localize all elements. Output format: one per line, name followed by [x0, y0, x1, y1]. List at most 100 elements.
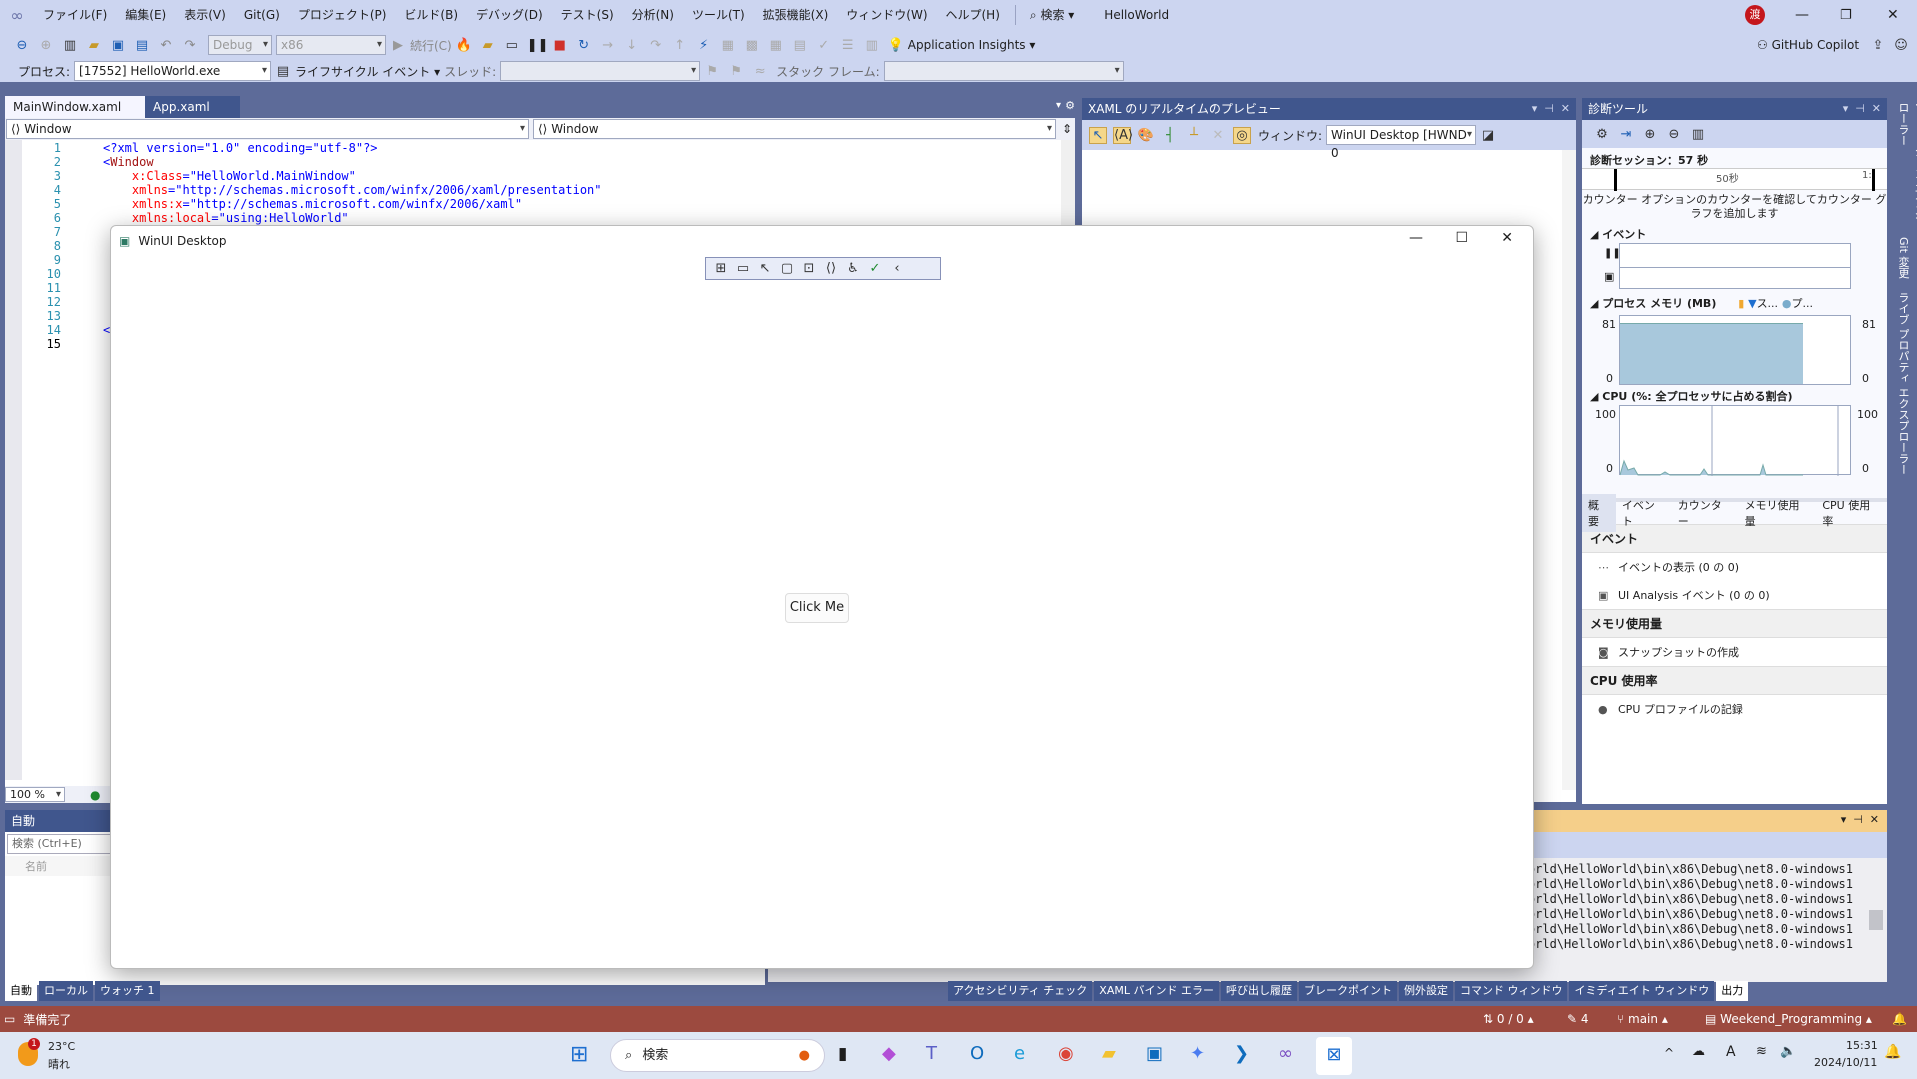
onedrive-icon[interactable]: ☁ — [1692, 1044, 1705, 1059]
app-minimize-button[interactable]: — — [1409, 230, 1423, 246]
feedback-icon[interactable]: ☺ — [1892, 38, 1910, 53]
tab-app-xaml[interactable]: App.xaml — [145, 96, 240, 118]
ruler-vertical-icon[interactable]: ┤ — [1161, 128, 1179, 143]
search-menu[interactable]: ⌕ 検索 ▾ — [1022, 0, 1082, 30]
window-icon[interactable]: ▭ — [503, 38, 521, 53]
bottom-tab[interactable]: イミディエイト ウィンドウ — [1569, 981, 1715, 1001]
events-graph[interactable] — [1619, 243, 1851, 289]
menu-item[interactable]: 編集(E) — [116, 0, 175, 30]
cpu-graph[interactable] — [1619, 405, 1851, 476]
menu-item[interactable]: ビルド(B) — [395, 0, 467, 30]
go-to-live-tree-icon[interactable]: ⊞ — [712, 261, 730, 276]
diag-tab[interactable]: CPU 使用率 — [1816, 494, 1887, 532]
copilot-sparkle-icon[interactable]: ✦ — [1190, 1043, 1205, 1064]
avatar[interactable]: 渡 — [1745, 5, 1765, 25]
output-text[interactable]: loWorld\HelloWorld\bin\x86\Debug\net8.0-… — [1506, 862, 1853, 952]
list-icon[interactable]: ☰ — [839, 38, 857, 53]
diag-action[interactable]: ▣ UI Analysis イベント (0 の 0) — [1582, 581, 1887, 609]
diag-action[interactable]: ◙ スナップショットの作成 — [1582, 638, 1887, 666]
bottom-tab[interactable]: 呼び出し履歴 — [1220, 981, 1297, 1001]
application-insights-button[interactable]: Application Insights ▾ — [908, 38, 1036, 52]
select-element-icon[interactable]: ↖ — [1089, 126, 1107, 144]
back-icon[interactable]: ⊖ — [13, 38, 31, 53]
menu-item[interactable]: 拡張機能(X) — [754, 0, 838, 30]
close-button[interactable]: ✕ — [1887, 7, 1899, 23]
diag-tab[interactable]: イベント — [1616, 494, 1672, 532]
repo-selector[interactable]: ▤ Weekend_Programming ▴ — [1705, 1012, 1872, 1026]
sync-status[interactable]: ⇅ 0 / 0 ▴ — [1483, 1012, 1534, 1026]
undo-icon[interactable]: ↶ — [157, 38, 175, 53]
outlook-icon[interactable]: O — [970, 1043, 984, 1064]
bottom-tab[interactable]: ローカル — [39, 981, 93, 1001]
start-icon[interactable]: ⊞ — [570, 1042, 588, 1067]
diag-action[interactable]: ● CPU プロファイルの記録 — [1582, 695, 1887, 723]
step-over-icon[interactable]: → — [599, 38, 617, 53]
sql-icon[interactable]: ▩ — [743, 38, 761, 53]
menu-item[interactable]: ヘルプ(H) — [937, 0, 1009, 30]
tab-mainwindow-xaml[interactable]: MainWindow.xaml ⊣ ✕ — [5, 96, 145, 136]
teams-icon[interactable]: T — [926, 1043, 937, 1064]
split-icon[interactable]: ⇕ — [1062, 122, 1072, 136]
clock-date[interactable]: 2024/10/11 — [1814, 1056, 1877, 1069]
record-icon[interactable]: ▭ — [734, 261, 752, 276]
menu-item[interactable]: ファイル(F) — [34, 0, 116, 30]
weather-widget[interactable]: 1 23°C 晴れ — [18, 1038, 98, 1072]
collapse-toolbar-icon[interactable]: ‹ — [888, 261, 906, 276]
side-tab-live-property-explorer[interactable]: ライブ プロパティ エクスプローラー — [1889, 288, 1917, 479]
binding-failures-icon[interactable]: ⟨⟩ — [822, 261, 840, 276]
flag-icon[interactable]: ⚑ — [703, 64, 721, 79]
bottom-tab[interactable]: コマンド ウィンドウ — [1454, 981, 1568, 1001]
store-icon[interactable]: ▣ — [1146, 1043, 1163, 1064]
track-focus-icon[interactable]: ⊡ — [800, 261, 818, 276]
app-close-button[interactable]: ✕ — [1501, 230, 1513, 246]
taskbar-search[interactable]: ⌕ 検索 ● — [610, 1039, 825, 1072]
branch-selector[interactable]: ⑂ main ▴ — [1617, 1012, 1668, 1026]
side-tab-solution-explorer[interactable]: ソリューション エクスプローラー — [1889, 98, 1917, 233]
volume-icon[interactable]: 🔈 — [1780, 1044, 1796, 1059]
display-adorners-icon[interactable]: ⟨A⟩ — [1113, 126, 1133, 144]
platform-select[interactable]: x86 — [276, 35, 386, 55]
menu-item[interactable]: ウィンドウ(W) — [837, 0, 936, 30]
stackframe-select[interactable] — [883, 61, 1124, 81]
step-back-icon[interactable]: ↷ — [647, 38, 665, 53]
window-select[interactable]: WinUI Desktop [HWND 0 — [1326, 125, 1477, 160]
grid-icon[interactable]: ▦ — [719, 38, 737, 53]
side-tab-git-changes[interactable]: Git 変更 — [1889, 233, 1917, 288]
menu-item[interactable]: プロジェクト(P) — [289, 0, 396, 30]
visual-studio-icon[interactable]: ∞ — [1278, 1043, 1293, 1064]
step-out-icon[interactable]: ↑ — [671, 38, 689, 53]
share-icon[interactable]: ⇪ — [1869, 38, 1887, 53]
redo-icon[interactable]: ↷ — [181, 38, 199, 53]
restore-button[interactable]: ❐ — [1840, 8, 1852, 23]
display-layout-adorners-icon[interactable]: ▢ — [778, 261, 796, 276]
thread-select[interactable] — [500, 61, 701, 81]
pending-edits[interactable]: ✎ 4 — [1567, 1012, 1589, 1026]
settings-icon[interactable]: ⚙ — [1593, 127, 1611, 142]
zoom-in-icon[interactable]: ⊕ — [1641, 127, 1659, 142]
timeline-ruler[interactable]: 50秒 1: — [1582, 168, 1887, 191]
bottom-tab[interactable]: XAML バインド エラー — [1094, 981, 1219, 1001]
hot-reload-icon[interactable]: 🔥 — [455, 38, 473, 53]
ruler-horizontal-icon[interactable]: ┴ — [1185, 128, 1203, 143]
file-explorer-icon[interactable]: ▰ — [1102, 1043, 1116, 1064]
memory-graph[interactable] — [1619, 315, 1851, 385]
window-bring-front-icon[interactable]: ◪ — [1479, 128, 1497, 143]
step-into-icon[interactable]: ↓ — [623, 38, 641, 53]
panel-controls[interactable]: ▾ ⊣ ✕ — [1843, 98, 1881, 120]
diag-tab[interactable]: カウンター — [1672, 494, 1739, 532]
panel-controls[interactable]: ▾ ⊣ ✕ — [1841, 813, 1879, 826]
nav-right-select[interactable]: ⟨⟩ Window — [533, 119, 1056, 139]
output-scrollbar[interactable] — [1869, 862, 1883, 962]
diag-tab[interactable]: メモリ使用量 — [1739, 494, 1817, 532]
pause-icon[interactable]: ❚❚ — [527, 38, 549, 53]
wifi-icon[interactable]: ≋ — [1756, 1044, 1767, 1059]
notification-bell-icon[interactable]: 🔔 — [1884, 1044, 1901, 1060]
copilot-app-icon[interactable]: ◆ — [882, 1043, 896, 1064]
process-select[interactable]: [17552] HelloWorld.exe — [74, 61, 272, 81]
app-maximize-button[interactable]: ☐ — [1455, 230, 1468, 246]
restart-icon[interactable]: ↻ — [575, 38, 593, 53]
settings-icon[interactable]: ⚙ — [1065, 99, 1075, 112]
preview-scrollbar[interactable] — [1562, 150, 1576, 790]
configuration-select[interactable]: Debug — [208, 35, 272, 55]
nav-left-select[interactable]: ⟨⟩ Window — [6, 119, 529, 139]
